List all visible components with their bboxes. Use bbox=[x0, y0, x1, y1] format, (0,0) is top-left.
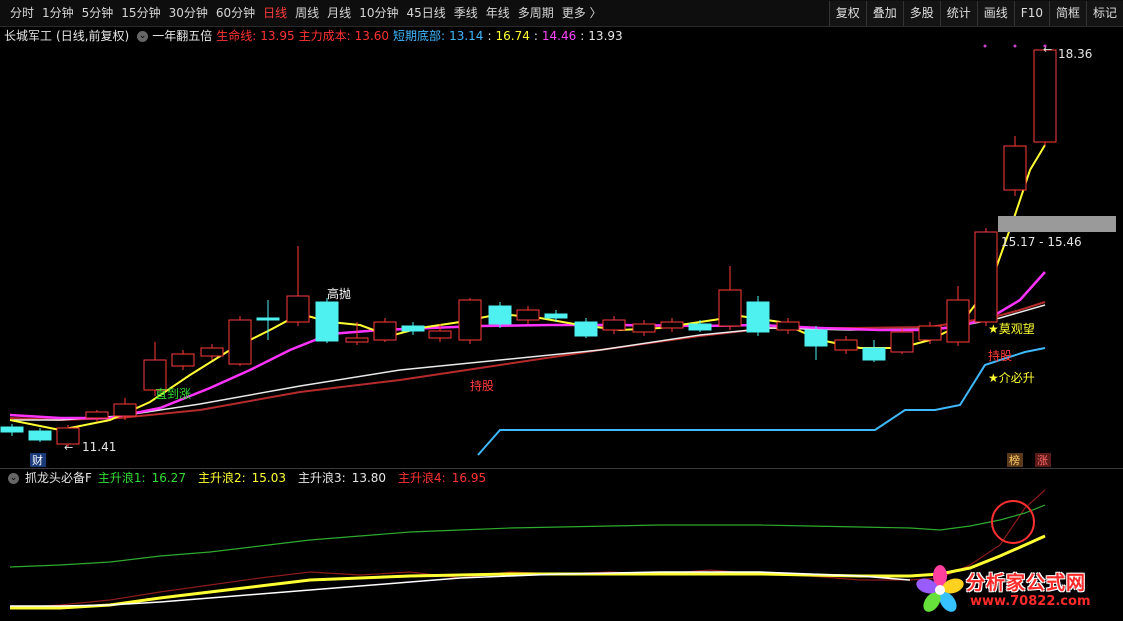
candle-body[interactable] bbox=[113, 403, 137, 417]
highlight-circle bbox=[991, 500, 1035, 544]
zhang-label: 涨 bbox=[1037, 454, 1048, 467]
candle-body[interactable] bbox=[660, 321, 684, 329]
candle-body[interactable] bbox=[746, 301, 770, 333]
signal-dot bbox=[1013, 44, 1017, 48]
candle-body[interactable] bbox=[458, 299, 482, 341]
candle-body[interactable] bbox=[516, 309, 540, 321]
chevron-down-icon[interactable]: ⌄ bbox=[8, 472, 19, 484]
gaopao-label: 高抛 bbox=[327, 286, 351, 301]
wave2-line bbox=[10, 534, 1046, 610]
candle-body[interactable] bbox=[488, 305, 512, 325]
moguanwang-label: ★莫观望 bbox=[988, 322, 1035, 336]
panel-divider bbox=[0, 468, 1123, 469]
candle-body[interactable] bbox=[974, 231, 998, 323]
sub-indicator-name[interactable]: 抓龙头必备F bbox=[25, 470, 92, 486]
candle-body[interactable] bbox=[401, 325, 425, 332]
range-box bbox=[998, 216, 1116, 232]
wave4-label: 主升浪4: bbox=[398, 471, 446, 485]
candle-body[interactable] bbox=[718, 289, 742, 327]
chigu-label-right: 持股 bbox=[988, 348, 1012, 363]
candle-body[interactable] bbox=[544, 313, 568, 319]
wave4-line bbox=[9, 489, 1046, 609]
candle-body[interactable] bbox=[428, 330, 452, 339]
candle-body[interactable] bbox=[228, 319, 252, 365]
candle-body[interactable] bbox=[28, 430, 52, 441]
candle-body[interactable] bbox=[918, 325, 942, 341]
candle-body[interactable] bbox=[602, 319, 626, 331]
candle-body[interactable] bbox=[200, 347, 224, 357]
kline-chart: 18.36 ← ← 11.41 15.17 - 15.46 高抛 直到涨 持股 … bbox=[0, 43, 1116, 612]
candle-body[interactable] bbox=[373, 321, 397, 341]
watermark-url: www.70822.com bbox=[970, 594, 1091, 609]
low-price-label: 11.41 bbox=[82, 440, 116, 454]
candle-body[interactable] bbox=[345, 337, 369, 343]
wave3-value: 13.80 bbox=[351, 471, 387, 485]
candle-body[interactable] bbox=[574, 321, 598, 337]
chigu-label-main: 持股 bbox=[470, 378, 494, 393]
candle-body[interactable] bbox=[143, 359, 167, 391]
wave1-value: 16.27 bbox=[151, 471, 186, 485]
candle-body[interactable] bbox=[890, 331, 914, 353]
candle-body[interactable] bbox=[804, 329, 828, 347]
signal-dot bbox=[1043, 44, 1047, 48]
candle-body[interactable] bbox=[946, 299, 970, 343]
wave2-value: 15.03 bbox=[251, 471, 286, 485]
candle-body[interactable] bbox=[171, 353, 195, 367]
candle-body[interactable] bbox=[315, 301, 339, 342]
jiebisheng-label: ★介必升 bbox=[988, 371, 1035, 385]
sub-chart-header: ⌄ 抓龙头必备F 主升浪1: 16.27 主升浪2: 15.03 主升浪3: 13.8… bbox=[4, 470, 498, 486]
candle-body[interactable] bbox=[776, 321, 800, 331]
watermark-title: 分析家公式网 bbox=[966, 572, 1087, 594]
zhidaozhang-label: 直到涨 bbox=[155, 386, 191, 401]
candle-body[interactable] bbox=[286, 295, 310, 323]
candle-body[interactable] bbox=[85, 411, 109, 419]
low-arrow: ← bbox=[64, 441, 73, 454]
wave1-label: 主升浪1: bbox=[97, 471, 146, 485]
short-bottom-line bbox=[477, 347, 1046, 456]
high-price-label: 18.36 bbox=[1058, 47, 1092, 61]
candle-body[interactable] bbox=[834, 339, 858, 351]
wave1-line bbox=[9, 504, 1046, 568]
cai-label: 财 bbox=[32, 453, 43, 467]
range-label: 15.17 - 15.46 bbox=[1001, 235, 1082, 249]
candle-body[interactable] bbox=[256, 317, 280, 321]
candle-body[interactable] bbox=[1003, 145, 1027, 191]
watermark: 分析家公式网 www.70822.com bbox=[912, 566, 1112, 614]
candle-body[interactable] bbox=[632, 323, 656, 333]
candle-body[interactable] bbox=[0, 426, 24, 433]
wave3-label: 主升浪3: bbox=[298, 471, 346, 485]
wave4-value: 16.95 bbox=[451, 471, 487, 485]
candle-body[interactable] bbox=[688, 323, 712, 331]
wave2-label: 主升浪2: bbox=[197, 471, 246, 485]
signal-dot bbox=[983, 44, 987, 48]
candle-body[interactable] bbox=[862, 347, 886, 361]
bang-label: 榜 bbox=[1009, 453, 1020, 467]
candle-body[interactable] bbox=[1033, 49, 1057, 143]
